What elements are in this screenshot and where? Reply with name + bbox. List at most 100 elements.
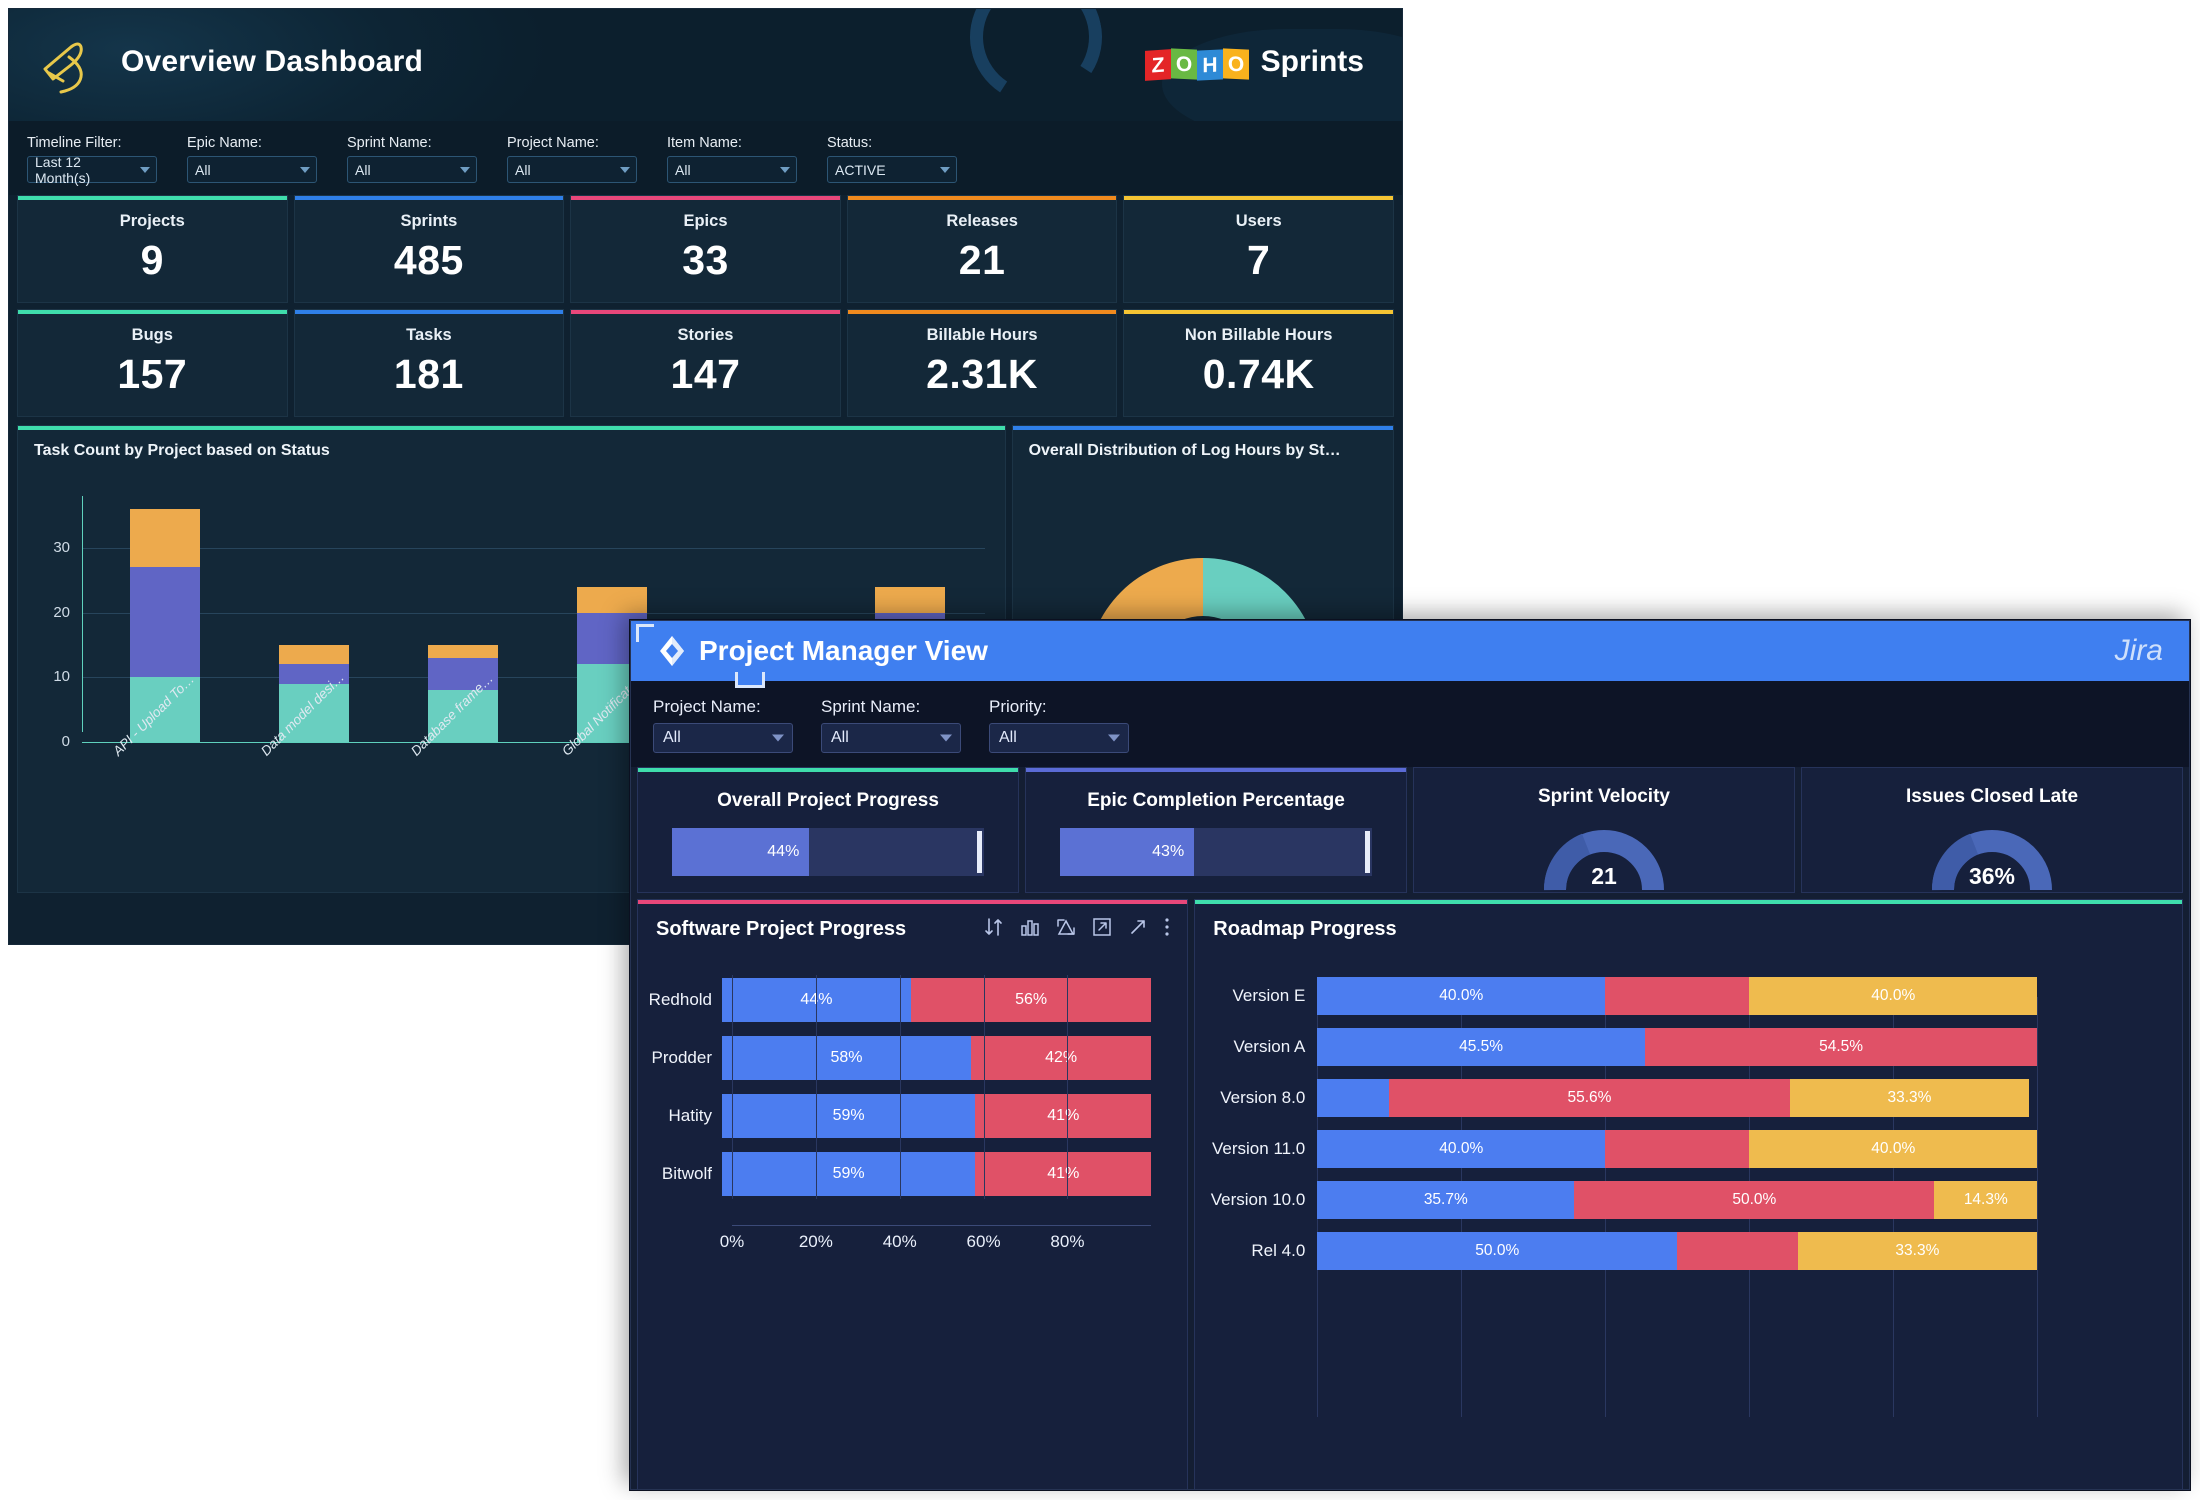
progress-bar: 44% (672, 828, 984, 876)
kpi-label: Projects (120, 212, 185, 231)
kpi-card[interactable]: Tasks181 (294, 309, 565, 417)
page-title: Overview Dashboard (121, 45, 423, 79)
bar-row-label: Redhold (638, 990, 722, 1010)
roadmap-progress-title: Roadmap Progress (1195, 900, 2182, 941)
roadmap-progress-panel: Roadmap Progress Version E40.0%40.0% Vers… (1194, 899, 2183, 1490)
sort-icon[interactable] (983, 916, 1005, 938)
filter-timeline-select[interactable]: Last 12 Month(s) (27, 156, 157, 183)
bar-segment-done: 40.0% (1317, 1130, 1605, 1168)
kpi-label: Releases (946, 212, 1018, 231)
kpi-card[interactable]: Bugs157 (17, 309, 288, 417)
bar-row[interactable]: Version 10.035.7%50.0%14.3% (1195, 1177, 2182, 1223)
filter-sprint-name-select[interactable]: All (347, 156, 477, 183)
bar-row[interactable]: Version 8.055.6%33.3% (1195, 1075, 2182, 1121)
kpi-value: 181 (394, 351, 464, 398)
panel-accent-bar (1013, 426, 1393, 430)
bar-row-label: Rel 4.0 (1195, 1241, 1317, 1261)
filter-epic-name-select[interactable]: All (187, 156, 317, 183)
kpi-accent (295, 196, 564, 200)
kpi-card[interactable]: Epics33 (570, 195, 841, 303)
analytics-icon[interactable] (1055, 916, 1077, 938)
bar-row-label: Version A (1195, 1037, 1317, 1057)
progress-value: 43% (1152, 843, 1184, 861)
jira-filter-sprint-name-select[interactable]: All (821, 723, 961, 753)
bar-segment-in-progress (1677, 1232, 1797, 1270)
kpi-card[interactable]: Stories147 (570, 309, 841, 417)
open-external-icon[interactable] (1091, 916, 1113, 938)
kpi-card[interactable]: Non Billable Hours0.74K (1123, 309, 1394, 417)
chevron-down-icon (1108, 735, 1120, 742)
log-hours-panel-title: Overall Distribution of Log Hours by St… (1013, 426, 1393, 460)
chevron-down-icon (460, 167, 470, 173)
jira-kpi-card[interactable]: Sprint Velocity21 (1413, 767, 1795, 893)
kpi-accent (571, 196, 840, 200)
kpi-accent (848, 196, 1117, 200)
zoho-sprints-wordmark: Sprints (1261, 45, 1364, 79)
task-count-panel-title: Task Count by Project based on Status (18, 426, 1005, 460)
bar-row[interactable]: Bitwolf59%41% (638, 1149, 1187, 1199)
bar-segment-done (1317, 1079, 1389, 1117)
kpi-label: Epics (683, 212, 727, 231)
stacked-bar: 55.6%33.3% (1317, 1079, 2182, 1117)
bar-row[interactable]: Version A45.5%54.5% (1195, 1024, 2182, 1070)
chevron-down-icon (772, 735, 784, 742)
chevron-down-icon (140, 167, 150, 173)
bar-segment-unresolved: 56% (911, 978, 1151, 1022)
bar-segment-in-progress: 54.5% (1645, 1028, 2037, 1066)
jira-panels: Software Project Progress (631, 893, 2189, 1490)
jira-kpi-card[interactable]: Overall Project Progress44% (637, 767, 1019, 893)
kpi-card[interactable]: Sprints485 (294, 195, 565, 303)
bar-row-label: Prodder (638, 1048, 722, 1068)
bar-group[interactable]: API - Upload To… (90, 496, 239, 742)
bar-segment-to-do (130, 509, 200, 567)
jira-filter-project-name-value: All (663, 729, 681, 747)
bar-segment-to-do: 33.3% (1798, 1232, 2038, 1270)
zoho-brand: Z O H O Sprints (1145, 45, 1364, 79)
window-corner-marker (636, 624, 654, 642)
stacked-bar: 59%41% (722, 1152, 1151, 1196)
jira-kpi-card[interactable]: Issues Closed Late36% (1801, 767, 2183, 893)
bar-segment-done: 58% (722, 1036, 971, 1080)
jira-kpi-card[interactable]: Epic Completion Percentage43% (1025, 767, 1407, 893)
filter-timeline: Timeline Filter: Last 12 Month(s) (27, 135, 157, 183)
bar-row[interactable]: Version E40.0%40.0% (1195, 973, 2182, 1019)
jira-filter-priority-select[interactable]: All (989, 723, 1129, 753)
filter-project-name-label: Project Name: (507, 135, 637, 151)
kpi-card[interactable]: Billable Hours2.31K (847, 309, 1118, 417)
bar-group[interactable]: Data model desi… (239, 496, 388, 742)
bar-chart-icon[interactable] (1019, 916, 1041, 938)
filter-status-label: Status: (827, 135, 957, 151)
expand-icon[interactable] (1127, 916, 1149, 938)
bar-group[interactable]: Database frame… (388, 496, 537, 742)
kpi-accent (1124, 196, 1393, 200)
zoho-tile-o1: O (1171, 48, 1197, 79)
x-tick-label: 0% (720, 1232, 745, 1252)
bar-segment-done: 40.0% (1317, 977, 1605, 1015)
x-tick-label: 20% (799, 1232, 833, 1252)
kpi-card[interactable]: Projects9 (17, 195, 288, 303)
bar-segment-to-do (577, 587, 647, 613)
bar-row[interactable]: Redhold44%56% (638, 975, 1187, 1025)
y-tick-label: 20 (42, 604, 70, 621)
bar-segment-in-progress (130, 567, 200, 677)
jira-filter-priority-value: All (999, 729, 1017, 747)
bar-row[interactable]: Hatity59%41% (638, 1091, 1187, 1141)
filter-status-select[interactable]: ACTIVE (827, 156, 957, 183)
bar-row[interactable]: Version 11.040.0%40.0% (1195, 1126, 2182, 1172)
filter-sprint-name-label: Sprint Name: (347, 135, 477, 151)
filter-project-name-select[interactable]: All (507, 156, 637, 183)
bar-row[interactable]: Rel 4.050.0%33.3% (1195, 1228, 2182, 1274)
jira-filter-project-name-select[interactable]: All (653, 723, 793, 753)
filter-item-name-select[interactable]: All (667, 156, 797, 183)
bar-segment-in-progress (1605, 1130, 1749, 1168)
bar-row[interactable]: Prodder58%42% (638, 1033, 1187, 1083)
panel-toolbar (983, 916, 1171, 938)
x-tick-label: 40% (883, 1232, 917, 1252)
chevron-down-icon (300, 167, 310, 173)
more-options-icon[interactable] (1163, 916, 1171, 938)
kpi-label: Bugs (132, 326, 173, 345)
filter-sprint-name: Sprint Name: All (347, 135, 477, 183)
kpi-card[interactable]: Releases21 (847, 195, 1118, 303)
kpi-card[interactable]: Users7 (1123, 195, 1394, 303)
chevron-down-icon (940, 735, 952, 742)
